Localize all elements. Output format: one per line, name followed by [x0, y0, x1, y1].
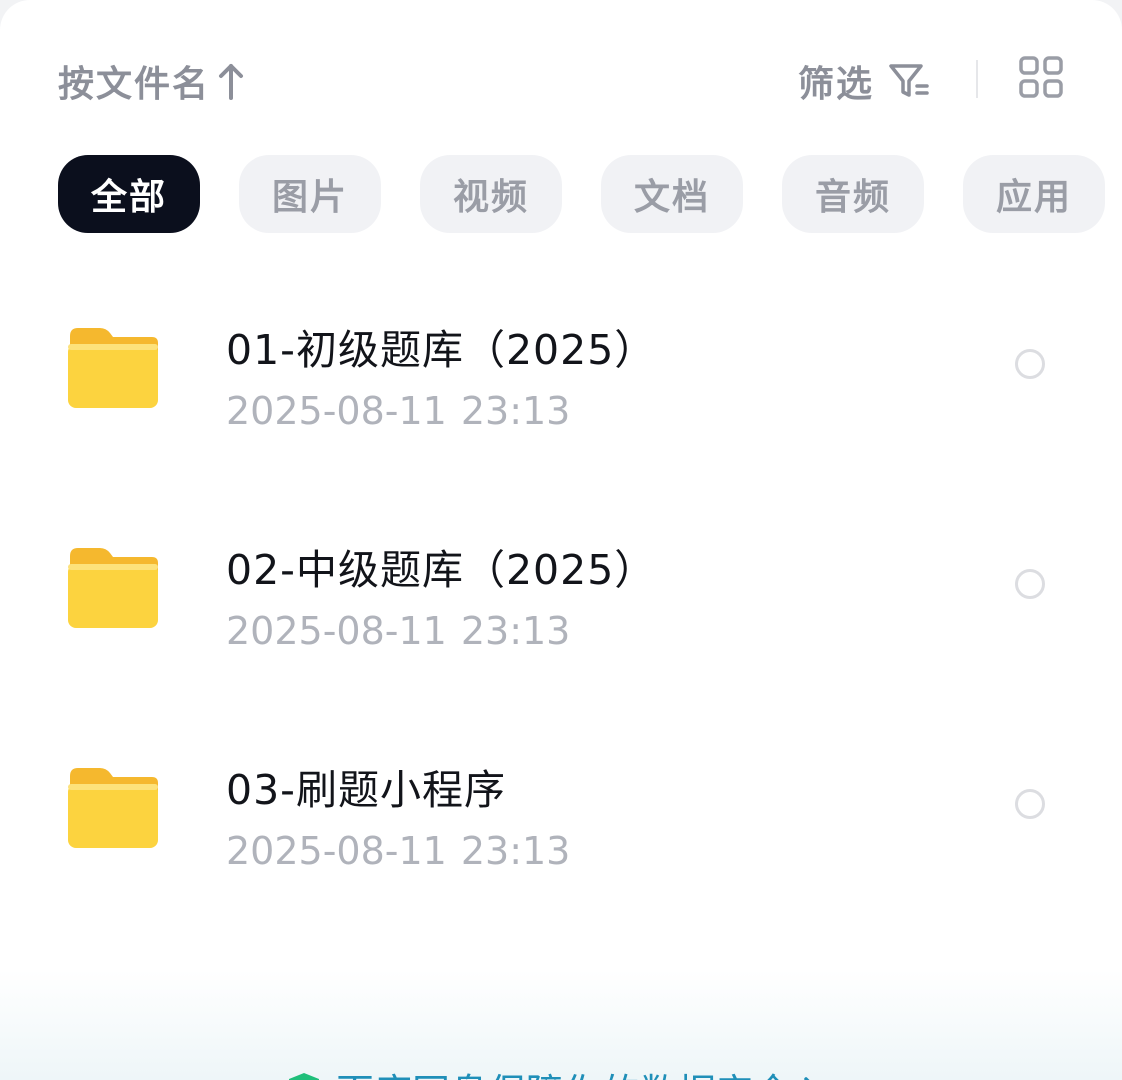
- shield-icon: [284, 1070, 324, 1080]
- file-modified-time: 2025-08-11 23:13: [226, 389, 570, 433]
- file-time: 23:13: [460, 389, 571, 433]
- file-row[interactable]: 03-刷题小程序 2025-08-11 23:13: [0, 726, 1122, 946]
- file-browser-panel: 按文件名 筛选 全部 图片 视频 文档 音频 应用 01-初级题库（2025） …: [0, 0, 1122, 1080]
- file-time: 23:13: [460, 829, 571, 873]
- file-row[interactable]: 02-中级题库（2025） 2025-08-11 23:13: [0, 506, 1122, 726]
- toolbar-divider: [976, 60, 978, 98]
- tab-label: 文档: [633, 177, 710, 218]
- file-date: 2025-08-11: [226, 829, 447, 873]
- tab-images[interactable]: 图片: [239, 155, 381, 233]
- file-date: 2025-08-11: [226, 609, 447, 653]
- select-checkbox[interactable]: [1015, 789, 1045, 819]
- file-time: 23:13: [460, 609, 571, 653]
- file-name: 02-中级题库（2025）: [226, 546, 657, 594]
- sort-button[interactable]: 按文件名: [58, 56, 244, 106]
- filter-button[interactable]: 筛选: [798, 56, 930, 106]
- folder-icon: [66, 766, 160, 850]
- folder-icon: [66, 546, 160, 630]
- sort-label: 按文件名: [58, 64, 211, 105]
- tab-all[interactable]: 全部: [58, 155, 200, 233]
- tab-label: 全部: [90, 177, 167, 218]
- tab-label: 视频: [452, 177, 529, 218]
- banner-text: 百度网盘保障你的数据安全: [336, 1062, 792, 1080]
- tab-videos[interactable]: 视频: [420, 155, 562, 233]
- select-checkbox[interactable]: [1015, 569, 1045, 599]
- file-modified-time: 2025-08-11 23:13: [226, 609, 570, 653]
- folder-icon: [66, 326, 160, 410]
- tab-apps[interactable]: 应用: [963, 155, 1105, 233]
- filter-label: 筛选: [798, 64, 875, 105]
- arrow-up-icon: [218, 62, 244, 100]
- filter-icon: [888, 62, 930, 100]
- file-row[interactable]: 01-初级题库（2025） 2025-08-11 23:13: [0, 286, 1122, 506]
- select-checkbox[interactable]: [1015, 349, 1045, 379]
- file-date: 2025-08-11: [226, 389, 447, 433]
- chevron-right-icon: [802, 1075, 822, 1080]
- file-name: 03-刷题小程序: [226, 766, 506, 814]
- file-name: 01-初级题库（2025）: [226, 326, 657, 374]
- tab-label: 音频: [814, 177, 891, 218]
- tab-documents[interactable]: 文档: [601, 155, 743, 233]
- tab-audio[interactable]: 音频: [782, 155, 924, 233]
- tab-label: 图片: [271, 177, 348, 218]
- tab-label: 应用: [995, 177, 1072, 218]
- grid-view-icon: [1018, 55, 1064, 103]
- file-modified-time: 2025-08-11 23:13: [226, 829, 570, 873]
- data-security-banner[interactable]: 百度网盘保障你的数据安全: [284, 1062, 822, 1080]
- grid-view-button[interactable]: [1016, 56, 1066, 102]
